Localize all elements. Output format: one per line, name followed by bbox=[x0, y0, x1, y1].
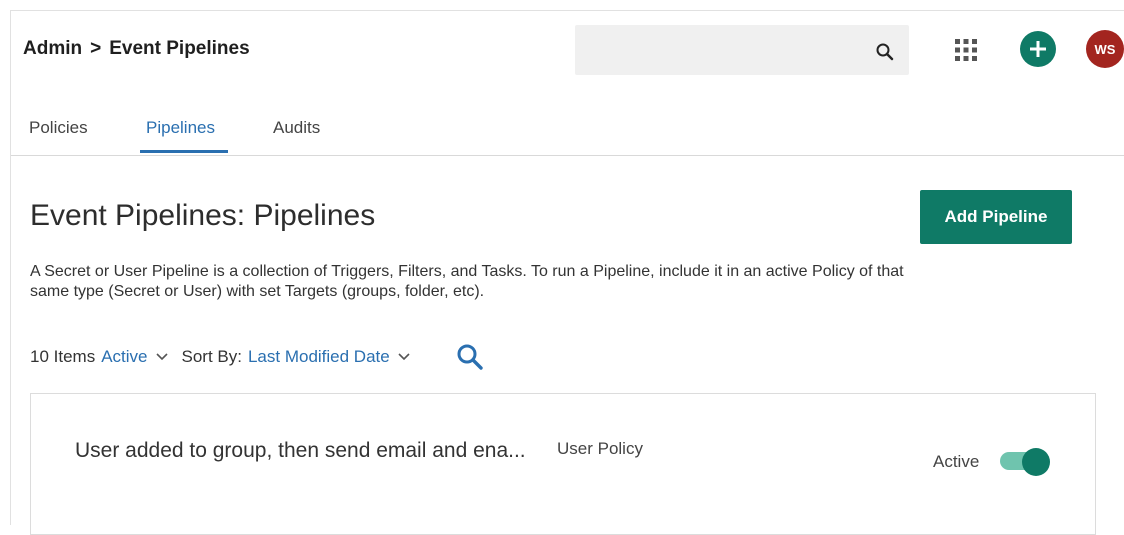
pipeline-type: User Policy bbox=[557, 439, 643, 458]
plus-icon bbox=[1030, 41, 1046, 57]
top-header: Admin > Event Pipelines WS bbox=[11, 11, 1124, 89]
sort-by-label: Sort By: bbox=[181, 347, 242, 366]
filter-bar: 10 Items Active Sort By: Last Modified D… bbox=[30, 343, 484, 371]
pipeline-card[interactable]: User added to group, then send email and… bbox=[30, 393, 1096, 535]
search-icon[interactable] bbox=[875, 42, 895, 62]
create-new-button[interactable] bbox=[1020, 31, 1056, 67]
global-search-input[interactable] bbox=[575, 25, 909, 75]
toggle-knob bbox=[1022, 448, 1050, 476]
active-tab-indicator bbox=[140, 150, 228, 153]
breadcrumb-admin[interactable]: Admin bbox=[23, 38, 82, 59]
breadcrumb-separator: > bbox=[90, 38, 102, 59]
breadcrumb: Admin > Event Pipelines bbox=[23, 38, 250, 60]
pipeline-active-toggle[interactable] bbox=[1000, 448, 1050, 476]
tab-policies[interactable]: Policies bbox=[29, 118, 88, 138]
chevron-down-icon[interactable] bbox=[155, 352, 168, 362]
pipeline-status-label: Active bbox=[933, 452, 980, 471]
user-avatar[interactable]: WS bbox=[1086, 30, 1124, 68]
tab-bar: Policies Pipelines Audits bbox=[11, 107, 1124, 156]
status-filter-dropdown[interactable]: Active bbox=[101, 347, 147, 367]
item-count: 10 Items bbox=[30, 347, 96, 366]
page-title: Event Pipelines: Pipelines bbox=[30, 199, 376, 232]
pipeline-name[interactable]: User added to group, then send email and… bbox=[75, 439, 526, 463]
page-description: A Secret or User Pipeline is a collectio… bbox=[30, 263, 904, 300]
breadcrumb-event-pipelines: Event Pipelines bbox=[109, 38, 250, 59]
add-pipeline-button[interactable]: Add Pipeline bbox=[920, 190, 1072, 244]
tab-pipelines[interactable]: Pipelines bbox=[146, 118, 215, 138]
sort-by-dropdown[interactable]: Last Modified Date bbox=[248, 347, 390, 367]
apps-grid-icon[interactable] bbox=[954, 38, 978, 62]
search-icon[interactable] bbox=[456, 343, 484, 371]
chevron-down-icon[interactable] bbox=[398, 352, 410, 362]
tab-audits[interactable]: Audits bbox=[273, 118, 320, 138]
